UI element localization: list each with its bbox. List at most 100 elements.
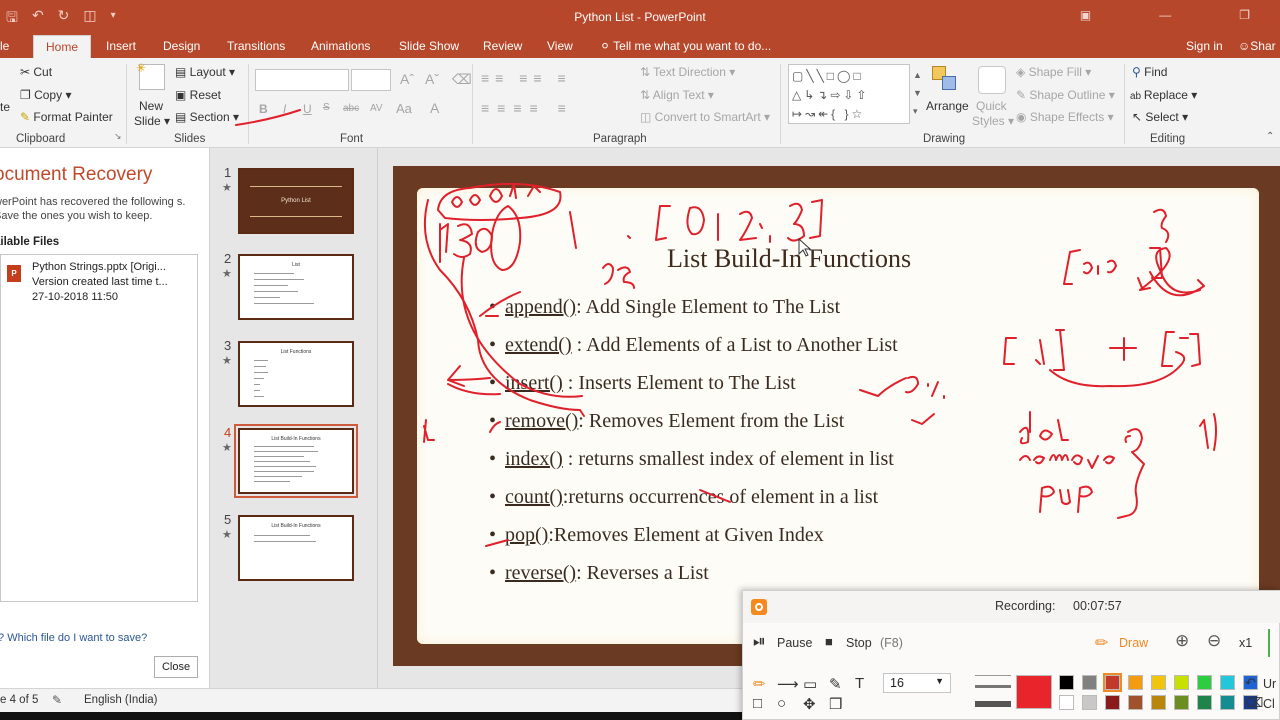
stop-button[interactable]: Stop [846, 636, 872, 650]
thickness-thin[interactable] [975, 675, 1011, 676]
clear-label[interactable]: Cl [1263, 697, 1275, 711]
rectangle-tool-icon[interactable]: □ [753, 695, 762, 712]
zoom-in-icon[interactable]: ⊕ [1175, 631, 1189, 651]
shadow-button[interactable]: S [323, 102, 330, 113]
color-swatch[interactable] [1082, 695, 1097, 710]
replace-button[interactable]: ab Replace ▾ [1130, 88, 1197, 102]
tab-animations[interactable]: Animations [311, 39, 370, 53]
bullet-item[interactable]: • index() : returns smallest index of ele… [489, 448, 894, 471]
font-size-field[interactable] [351, 69, 391, 91]
tab-design[interactable]: Design [163, 39, 200, 53]
section-button[interactable]: ▤ Section ▾ [175, 110, 239, 124]
sign-in-link[interactable]: Sign in [1186, 39, 1223, 53]
bullet-item[interactable]: • extend() : Add Elements of a List to An… [489, 334, 898, 357]
shapes-gallery[interactable]: ▢╲╲□◯□ △↳↴⇨⇩⇧ ↦↝↞{ }☆ [788, 64, 910, 124]
bullet-item[interactable]: • append(): Add Single Element to The Lis… [489, 296, 840, 319]
format-painter-button[interactable]: ✎ Format Painter [20, 110, 113, 124]
color-swatch[interactable] [1151, 695, 1166, 710]
slide-title[interactable]: List Build-In Functions [667, 244, 911, 274]
draw-button[interactable]: Draw [1119, 636, 1148, 650]
change-case-icon[interactable]: Aa [396, 101, 412, 116]
ribbon-display-icon[interactable]: ▣ [1080, 8, 1091, 22]
copy-button[interactable]: ❐ Copy ▾ [20, 88, 71, 102]
minimize-icon[interactable]: — [1159, 8, 1171, 22]
close-recovery-button[interactable]: Close [154, 656, 198, 678]
highlighter-tool-icon[interactable]: ✎ [829, 675, 842, 693]
move-tool-icon[interactable]: ✥ [803, 695, 816, 713]
color-swatch[interactable] [1220, 675, 1235, 690]
spell-check-icon[interactable]: ✎ [52, 693, 62, 707]
undo-label[interactable]: Ur [1263, 677, 1276, 691]
new-slide-button[interactable]: New [139, 99, 163, 113]
line-size-select[interactable]: 16 ▼ [883, 673, 951, 693]
align-text-button[interactable]: ⇅ Align Text ▾ [640, 88, 714, 102]
slide-thumbnail-5[interactable]: List Build-In Functions [238, 515, 354, 581]
color-swatch[interactable] [1105, 695, 1120, 710]
slide-thumbnail-1[interactable]: Python List [238, 168, 354, 234]
quick-styles-label[interactable]: Styles ▾ [972, 114, 1014, 128]
shape-effects-button[interactable]: ◉ Shape Effects ▾ [1016, 110, 1114, 124]
tab-file[interactable]: le [0, 39, 9, 53]
convert-smartart-button[interactable]: ◫ Convert to SmartArt ▾ [640, 110, 770, 124]
color-swatch[interactable] [1128, 675, 1143, 690]
bold-button[interactable]: B [259, 102, 268, 116]
gallery-scroll-icon[interactable]: ▲ ▼ ▾ [913, 66, 922, 120]
clipboard-launcher-icon[interactable]: ↘ [114, 131, 122, 142]
italic-button[interactable]: I [283, 102, 286, 116]
thickness-medium[interactable] [975, 685, 1011, 688]
clear-format-icon[interactable]: ⌫ [452, 71, 472, 88]
color-swatch[interactable] [1059, 675, 1074, 690]
undo-icon[interactable]: ↶ [1245, 675, 1256, 691]
find-button[interactable]: ⚲ Find [1132, 65, 1167, 79]
pause-button[interactable]: Pause [777, 636, 812, 650]
restore-icon[interactable]: ❐ [1239, 8, 1250, 22]
color-swatch[interactable] [1197, 675, 1212, 690]
color-swatch[interactable] [1174, 695, 1189, 710]
shape-fill-button[interactable]: ◈ Shape Fill ▾ [1016, 65, 1091, 79]
current-slide[interactable]: List Build-In Functions • append(): Add S… [417, 188, 1259, 644]
quick-styles-button[interactable]: Quick [976, 99, 1007, 113]
tab-transitions[interactable]: Transitions [227, 39, 285, 53]
color-swatch[interactable] [1197, 695, 1212, 710]
ellipse-tool-icon[interactable]: ○ [777, 695, 786, 712]
color-swatch[interactable] [1082, 675, 1097, 690]
layout-button[interactable]: ▤ Layout ▾ [175, 65, 235, 79]
bullet-item[interactable]: • count():returns occurrences of element … [489, 486, 878, 509]
select-button[interactable]: ↖ Select ▾ [1132, 110, 1188, 124]
text-direction-button[interactable]: ⇅ Text Direction ▾ [640, 65, 735, 79]
bullet-item[interactable]: • pop():Removes Element at Given Index [489, 524, 824, 547]
reset-button[interactable]: ▣ Reset [175, 88, 221, 102]
char-spacing-button[interactable]: AV [370, 103, 383, 114]
bullet-item[interactable]: • reverse(): Reverses a List [489, 562, 709, 585]
shape-outline-button[interactable]: ✎ Shape Outline ▾ [1016, 88, 1115, 102]
slide-thumbnail-4[interactable]: List Build-In Functions [234, 424, 358, 498]
grow-font-icon[interactable]: Aˆ [400, 71, 414, 87]
tab-review[interactable]: Review [483, 39, 522, 53]
language-indicator[interactable]: English (India) [84, 694, 158, 706]
color-swatch[interactable] [1220, 695, 1235, 710]
thickness-thick[interactable] [975, 701, 1011, 707]
tab-home[interactable]: Home [33, 35, 92, 58]
color-swatch[interactable] [1151, 675, 1166, 690]
pointer-tool-icon[interactable]: ❒ [829, 695, 842, 713]
cut-button[interactable]: ✂ Cut [20, 65, 52, 79]
align-buttons[interactable]: ≡≡≡≡ ≡ [481, 100, 574, 116]
strikethrough-button[interactable]: abc [343, 103, 359, 114]
pen-tool-icon[interactable]: ✏ [753, 675, 766, 693]
list-buttons[interactable]: ≡≡ ≡≡ ≡ [481, 70, 572, 86]
slide-thumbnail-3[interactable]: List Functions [238, 341, 354, 407]
color-swatch[interactable] [1059, 695, 1074, 710]
which-file-link[interactable]: ? Which file do I want to save? [0, 632, 147, 644]
font-color-icon[interactable]: A [430, 100, 439, 116]
tab-slide-show[interactable]: Slide Show [399, 39, 459, 53]
recovered-file-item[interactable]: P Python Strings.pptx [Origi... Version … [1, 261, 197, 311]
arrow-tool-icon[interactable]: ⟶ [777, 675, 799, 693]
text-tool-icon[interactable]: T [855, 675, 864, 692]
shrink-font-icon[interactable]: Aˇ [425, 71, 439, 87]
tab-insert[interactable]: Insert [106, 39, 136, 53]
active-color-swatch[interactable] [1016, 675, 1052, 709]
bullet-item[interactable]: • remove(): Removes Element from the List [489, 410, 844, 433]
new-slide-button-label[interactable]: Slide ▾ [134, 114, 170, 128]
tab-view[interactable]: View [547, 39, 573, 53]
arrange-button[interactable]: Arrange [926, 99, 969, 113]
